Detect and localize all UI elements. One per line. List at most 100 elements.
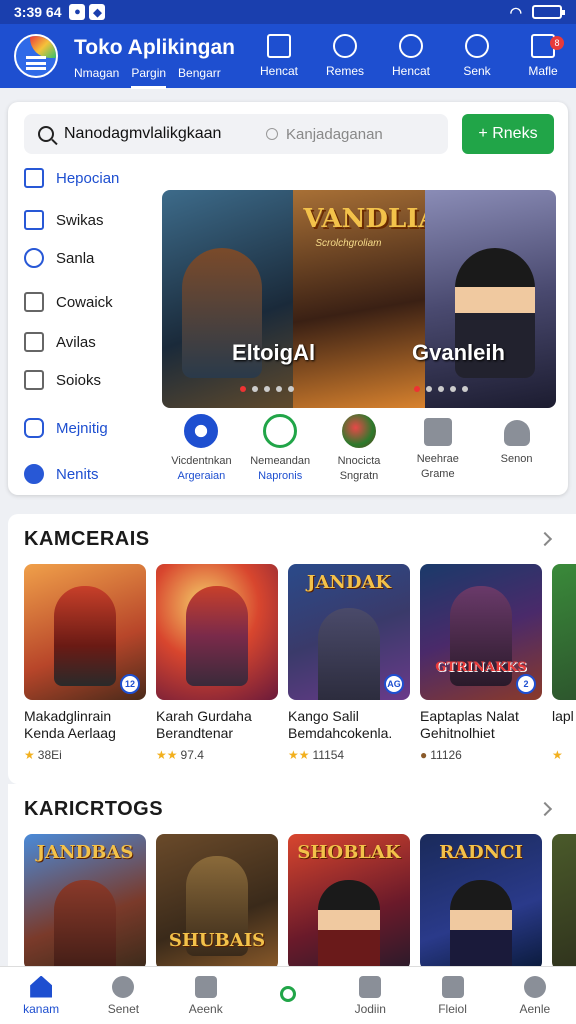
app-card[interactable]: lapl Uar ★ xyxy=(552,564,576,762)
search-icon xyxy=(465,34,489,58)
app-logo: SHOBLAK xyxy=(297,842,401,863)
search-input[interactable] xyxy=(64,125,244,143)
header-tab-3[interactable]: Bengarr xyxy=(178,66,221,89)
nav-label: Jodiin xyxy=(354,1001,386,1016)
header-tab-1[interactable]: Nmagan xyxy=(74,66,119,89)
quick-links: Vicdentnkan Argeraian Nemeandan Napronis… xyxy=(162,414,556,484)
nav-profile[interactable]: Aenle xyxy=(494,967,576,1024)
app-card[interactable]: SHUBAIS xyxy=(156,834,278,970)
quick-link-3[interactable]: Neehrae Grame xyxy=(398,414,477,484)
app-rating: ★ xyxy=(552,748,576,762)
header-action-search[interactable]: Senk xyxy=(444,24,510,88)
document-icon xyxy=(24,332,44,352)
nav-top[interactable]: Aeenk xyxy=(165,967,247,1024)
app-thumbnail: 12 xyxy=(24,564,146,700)
app-card[interactable]: SHOBLAK xyxy=(288,834,410,970)
carousel-dot[interactable] xyxy=(438,386,444,392)
banner-slide-center: VANDLIAN Scrolchgroliam xyxy=(293,190,462,408)
app-card[interactable]: JANDAK AG Kango Salil Bemdahcokenla. ★★ 1… xyxy=(288,564,410,762)
carousel-dot[interactable] xyxy=(462,386,468,392)
carousel-dot[interactable] xyxy=(240,386,246,392)
app-rating: ★★ 97.4 xyxy=(156,748,278,762)
section-title: KARICRTOGS xyxy=(24,798,164,820)
nav-label: Aenle xyxy=(519,1001,551,1016)
side-item-label: Mejnitig xyxy=(56,419,108,437)
box-icon xyxy=(24,370,44,390)
side-item-5[interactable]: Soioks xyxy=(24,370,101,390)
side-item-label: Avilas xyxy=(56,333,96,351)
search-icon xyxy=(279,985,296,1002)
side-item-label: Hepocian xyxy=(56,169,120,187)
quick-link-4[interactable]: Senon xyxy=(477,414,556,484)
app-row: JANDBAS SHUBAIS SHOBLAK RADNCI xyxy=(24,834,576,970)
featured-banner[interactable]: VANDLIAN Scrolchgroliam EltoigAl Gvanlei… xyxy=(162,190,556,408)
app-card[interactable]: RADNCI xyxy=(420,834,542,970)
side-item-label: Cowaick xyxy=(56,293,113,311)
header-action-info[interactable]: Hencat xyxy=(378,24,444,88)
side-item-3[interactable]: Cowaick xyxy=(24,292,113,312)
rating-value: 11154 xyxy=(312,748,345,762)
quick-link-sub: Grame xyxy=(420,468,455,480)
secondary-search[interactable]: Kanjadaganan xyxy=(266,126,383,143)
side-item-1[interactable]: Swikas xyxy=(24,210,104,230)
side-item-7[interactable]: Nenits xyxy=(24,464,99,484)
app-card[interactable] xyxy=(552,834,576,970)
side-item-6[interactable]: Mejnitig xyxy=(24,418,108,438)
app-logo-icon[interactable] xyxy=(14,34,58,78)
carousel-dot[interactable] xyxy=(288,386,294,392)
nav-home[interactable]: kanam xyxy=(0,967,82,1024)
app-logo: SHUBAIS xyxy=(168,930,266,951)
info-icon xyxy=(399,34,423,58)
app-thumbnail xyxy=(156,564,278,700)
banner-logo-sub: Scrolchgroliam xyxy=(315,238,382,249)
apps-icon xyxy=(24,464,44,484)
pause-circle-icon xyxy=(184,414,219,448)
carousel-dot[interactable] xyxy=(450,386,456,392)
app-card[interactable]: JANDBAS xyxy=(24,834,146,970)
wifi-icon: ◠ xyxy=(509,3,522,20)
carousel-dot[interactable] xyxy=(276,386,282,392)
header-action-menu[interactable]: Mafle 8 xyxy=(510,24,576,88)
nav-search[interactable] xyxy=(247,967,329,1024)
quick-link-0[interactable]: Vicdentnkan Argeraian xyxy=(162,414,241,484)
app-thumbnail: SHUBAIS xyxy=(156,834,278,970)
rating-value: 38Ei xyxy=(37,748,62,762)
carousel-dot[interactable] xyxy=(252,386,258,392)
nav-list[interactable]: Fleiol xyxy=(411,967,493,1024)
side-item-4[interactable]: Avilas xyxy=(24,332,96,352)
quick-link-1[interactable]: Nemeandan Napronis xyxy=(241,414,320,484)
carousel-dots-right xyxy=(414,386,468,392)
header-action-games[interactable]: Remes xyxy=(312,24,378,88)
app-card[interactable]: Karah Gurdaha Berandtenar ★★ 97.4 xyxy=(156,564,278,762)
header-tab-2[interactable]: Pargin xyxy=(131,66,167,89)
character-art xyxy=(318,880,380,970)
age-rating-icon: 2 xyxy=(516,674,536,694)
side-item-0[interactable]: Hepocian xyxy=(24,168,119,188)
chevron-right-icon[interactable] xyxy=(537,801,553,817)
side-item-2[interactable]: Sanla xyxy=(24,248,94,268)
app-name: lapl Uar xyxy=(552,708,576,724)
side-item-label: Sanla xyxy=(56,249,95,267)
status-bar: 3:39 64 ● ◆ ◠ xyxy=(0,0,576,24)
app-card[interactable]: GTRINAKKS 2 Eaptaplas Nalat Gehitnolhiet… xyxy=(420,564,542,762)
secondary-search-label: Kanjadaganan xyxy=(286,125,383,143)
quick-link-2[interactable]: Nnocicta Sngratn xyxy=(320,414,399,484)
folder-icon xyxy=(24,210,44,230)
nav-explore[interactable]: Senet xyxy=(82,967,164,1024)
avatar-icon: ● xyxy=(420,748,428,762)
header-actions: Hencat Remes Hencat Senk Mafle 8 xyxy=(246,24,576,88)
side-item-label: Swikas xyxy=(56,211,104,229)
header-action-bookmark[interactable]: Hencat xyxy=(246,24,312,88)
search-bar[interactable]: Kanjadaganan xyxy=(24,114,448,154)
app-card[interactable]: 12 Makadglinrain Kenda Aerlaag ★ 38Ei xyxy=(24,564,146,762)
search-button[interactable]: + Rneks xyxy=(462,114,554,154)
app-rating: ● 11126 xyxy=(420,748,542,762)
carousel-dot[interactable] xyxy=(264,386,270,392)
carousel-dot[interactable] xyxy=(414,386,420,392)
chevron-right-icon[interactable] xyxy=(537,531,553,547)
carousel-dot[interactable] xyxy=(426,386,432,392)
person-icon xyxy=(503,420,530,446)
character-art xyxy=(450,880,512,970)
character-art xyxy=(318,608,380,700)
nav-media[interactable]: Jodiin xyxy=(329,967,411,1024)
